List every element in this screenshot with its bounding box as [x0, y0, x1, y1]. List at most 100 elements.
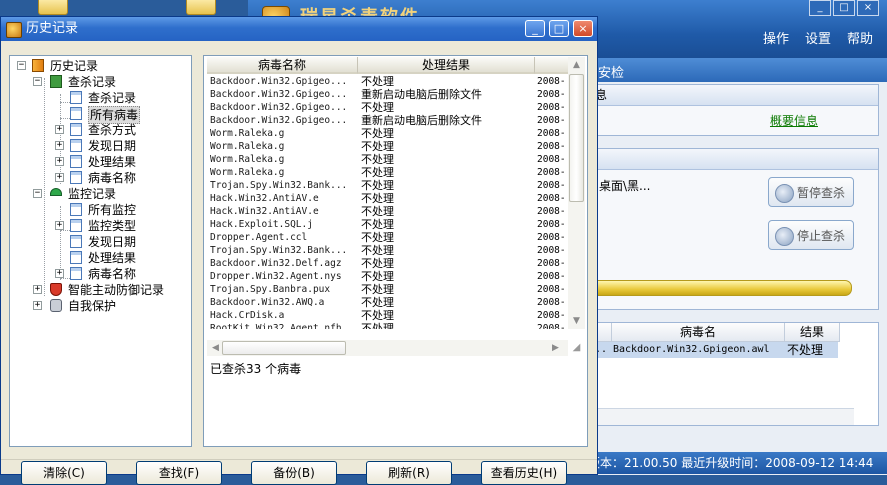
backup-button[interactable]: 备份(B): [251, 461, 337, 485]
expand-toggle[interactable]: +: [55, 125, 64, 134]
collapse-toggle[interactable]: −: [33, 189, 42, 198]
list-item[interactable]: Backdoor.Win32.Gpigeo... 重新启动电脑后删除文件 2008-: [207, 114, 568, 127]
dialog-titlebar[interactable]: 历史记录 _ □ ×: [1, 17, 597, 41]
list-item[interactable]: Dropper.Win32.Agent.nys 不处理 2008-: [207, 270, 568, 283]
result-cell: 不处理: [361, 166, 394, 179]
clear-button[interactable]: 清除(C): [21, 461, 107, 485]
tree-item-all-viruses[interactable]: 所有病毒: [10, 106, 190, 124]
scroll-up-icon[interactable]: ▲: [568, 57, 585, 73]
expand-toggle[interactable]: +: [55, 173, 64, 182]
close-button[interactable]: ×: [573, 20, 593, 37]
tab-security-check[interactable]: 安检: [598, 62, 624, 81]
table-header-virus[interactable]: 病毒名: [612, 323, 785, 342]
date-cell: 2008-: [537, 310, 566, 321]
list-item[interactable]: Trojan.Spy.Banbra.pux 不处理 2008-: [207, 283, 568, 296]
vertical-scrollbar[interactable]: ▲ ▼: [568, 57, 585, 329]
history-book-icon: [32, 59, 44, 72]
list-item[interactable]: Backdoor.Win32.Gpigeo... 不处理 2008-: [207, 101, 568, 114]
expand-toggle[interactable]: +: [33, 285, 42, 294]
vertical-scroll-thumb[interactable]: [569, 74, 584, 202]
minimize-button[interactable]: _: [525, 20, 545, 37]
minimize-button[interactable]: _: [809, 0, 831, 16]
expand-toggle[interactable]: +: [55, 269, 64, 278]
date-cell: 2008-: [537, 323, 566, 329]
desktop-folder-icon[interactable]: [186, 0, 216, 15]
tree-item-result[interactable]: + 处理结果: [10, 154, 190, 170]
tree-item-virus-name[interactable]: + 病毒名称: [10, 170, 190, 186]
menu-operate[interactable]: 操作: [763, 28, 789, 47]
list-item[interactable]: Worm.Raleka.g 不处理 2008-: [207, 153, 568, 166]
close-button[interactable]: ×: [857, 0, 879, 16]
list-item[interactable]: Trojan.Spy.Win32.Bank... 不处理 2008-: [207, 244, 568, 257]
maximize-button[interactable]: □: [833, 0, 855, 16]
tree-item-discovery-date[interactable]: + 发现日期: [10, 138, 190, 154]
list-item[interactable]: Hack.Exploit.SQL.j 不处理 2008-: [207, 218, 568, 231]
result-cell: 不处理: [361, 127, 394, 140]
document-icon: [70, 219, 82, 232]
tree-label-self-protection: 自我保护: [68, 299, 117, 313]
column-header-result[interactable]: 处理结果: [358, 57, 535, 74]
tree-item-monitor-result[interactable]: 处理结果: [10, 250, 190, 266]
list-item[interactable]: Worm.Raleka.g 不处理 2008-: [207, 140, 568, 153]
scan-record-icon: [50, 75, 62, 88]
expand-toggle[interactable]: +: [55, 221, 64, 230]
list-item[interactable]: RootKit.Win32.Agent.nfh 不处理 2008-: [207, 322, 568, 329]
tree-item-scan-method[interactable]: + 查杀方式: [10, 122, 190, 138]
find-button[interactable]: 查找(F): [136, 461, 222, 485]
resize-grip-icon[interactable]: ◢: [568, 340, 585, 356]
expand-toggle[interactable]: +: [55, 141, 64, 150]
collapse-toggle[interactable]: −: [17, 61, 26, 70]
tree-item-monitor-type[interactable]: + 监控类型: [10, 218, 190, 234]
scan-results-table: 病毒名 结果 ... Backdoor.Win32.Gpigeon.awl 不处…: [588, 322, 879, 426]
table-row[interactable]: ... Backdoor.Win32.Gpigeon.awl 不处理: [589, 342, 838, 358]
horizontal-scrollbar[interactable]: ◀ ▶: [207, 340, 568, 356]
menu-help[interactable]: 帮助: [847, 28, 873, 47]
tree-node-self-protection[interactable]: + 自我保护: [10, 298, 190, 314]
view-history-button[interactable]: 查看历史(H): [481, 461, 567, 485]
tree-label: 查杀方式: [88, 123, 137, 137]
refresh-button[interactable]: 刷新(R): [366, 461, 452, 485]
tree-node-monitor-records[interactable]: − 监控记录: [10, 186, 190, 202]
tree-item-monitor-virus-name[interactable]: + 病毒名称: [10, 266, 190, 282]
column-header-virus-name[interactable]: 病毒名称: [207, 57, 358, 74]
table-horizontal-scrollbar[interactable]: [589, 408, 854, 425]
menu-settings[interactable]: 设置: [805, 28, 831, 47]
list-item[interactable]: Backdoor.Win32.Gpigeo... 不处理 2008-: [207, 75, 568, 88]
tree-label-monitor-records: 监控记录: [68, 187, 117, 201]
tree-node-scan-records[interactable]: − 查杀记录: [10, 74, 190, 90]
column-header-date[interactable]: [535, 57, 568, 74]
list-item[interactable]: Worm.Raleka.g 不处理 2008-: [207, 166, 568, 179]
tree-node-active-defense[interactable]: + 智能主动防御记录: [10, 282, 190, 298]
list-item[interactable]: Hack.Win32.AntiAV.e 不处理 2008-: [207, 205, 568, 218]
scroll-right-icon[interactable]: ▶: [547, 340, 564, 356]
list-item[interactable]: Backdoor.Win32.AWQ.a 不处理 2008-: [207, 296, 568, 309]
list-item[interactable]: Hack.CrDisk.a 不处理 2008-: [207, 309, 568, 322]
virus-name-cell: Backdoor.Win32.Gpigeo...: [210, 115, 348, 126]
desktop-folder-icon[interactable]: [38, 0, 68, 15]
maximize-button[interactable]: □: [549, 20, 569, 37]
tree-item-scan-record[interactable]: 查杀记录: [10, 90, 190, 106]
list-item[interactable]: Backdoor.Win32.Delf.agz 不处理 2008-: [207, 257, 568, 270]
virus-name-cell: Worm.Raleka.g: [210, 154, 285, 165]
summary-info-link[interactable]: 概要信息: [770, 112, 818, 129]
tree-item-monitor-date[interactable]: 发现日期: [10, 234, 190, 250]
date-cell: 2008-: [537, 128, 566, 139]
tree-root[interactable]: − 历史记录: [10, 58, 190, 74]
list-item[interactable]: Backdoor.Win32.Gpigeo... 重新启动电脑后删除文件 2008-: [207, 88, 568, 101]
tree-item-all-monitor[interactable]: 所有监控: [10, 202, 190, 218]
list-item[interactable]: Worm.Raleka.g 不处理 2008-: [207, 127, 568, 140]
expand-toggle[interactable]: +: [55, 157, 64, 166]
date-cell: 2008-: [537, 271, 566, 282]
expand-toggle[interactable]: +: [33, 301, 42, 310]
collapse-toggle[interactable]: −: [33, 77, 42, 86]
horizontal-scroll-thumb[interactable]: [222, 341, 346, 355]
pause-scan-button[interactable]: 暂停查杀: [768, 177, 854, 207]
scroll-down-icon[interactable]: ▼: [568, 313, 585, 329]
list-item[interactable]: Hack.Win32.AntiAV.e 不处理 2008-: [207, 192, 568, 205]
date-cell: 2008-: [537, 141, 566, 152]
list-item[interactable]: Trojan.Spy.Win32.Bank... 不处理 2008-: [207, 179, 568, 192]
list-item[interactable]: Dropper.Agent.ccl 不处理 2008-: [207, 231, 568, 244]
result-cell: 不处理: [361, 192, 394, 205]
stop-scan-button[interactable]: 停止查杀: [768, 220, 854, 250]
table-header-result[interactable]: 结果: [785, 323, 840, 342]
